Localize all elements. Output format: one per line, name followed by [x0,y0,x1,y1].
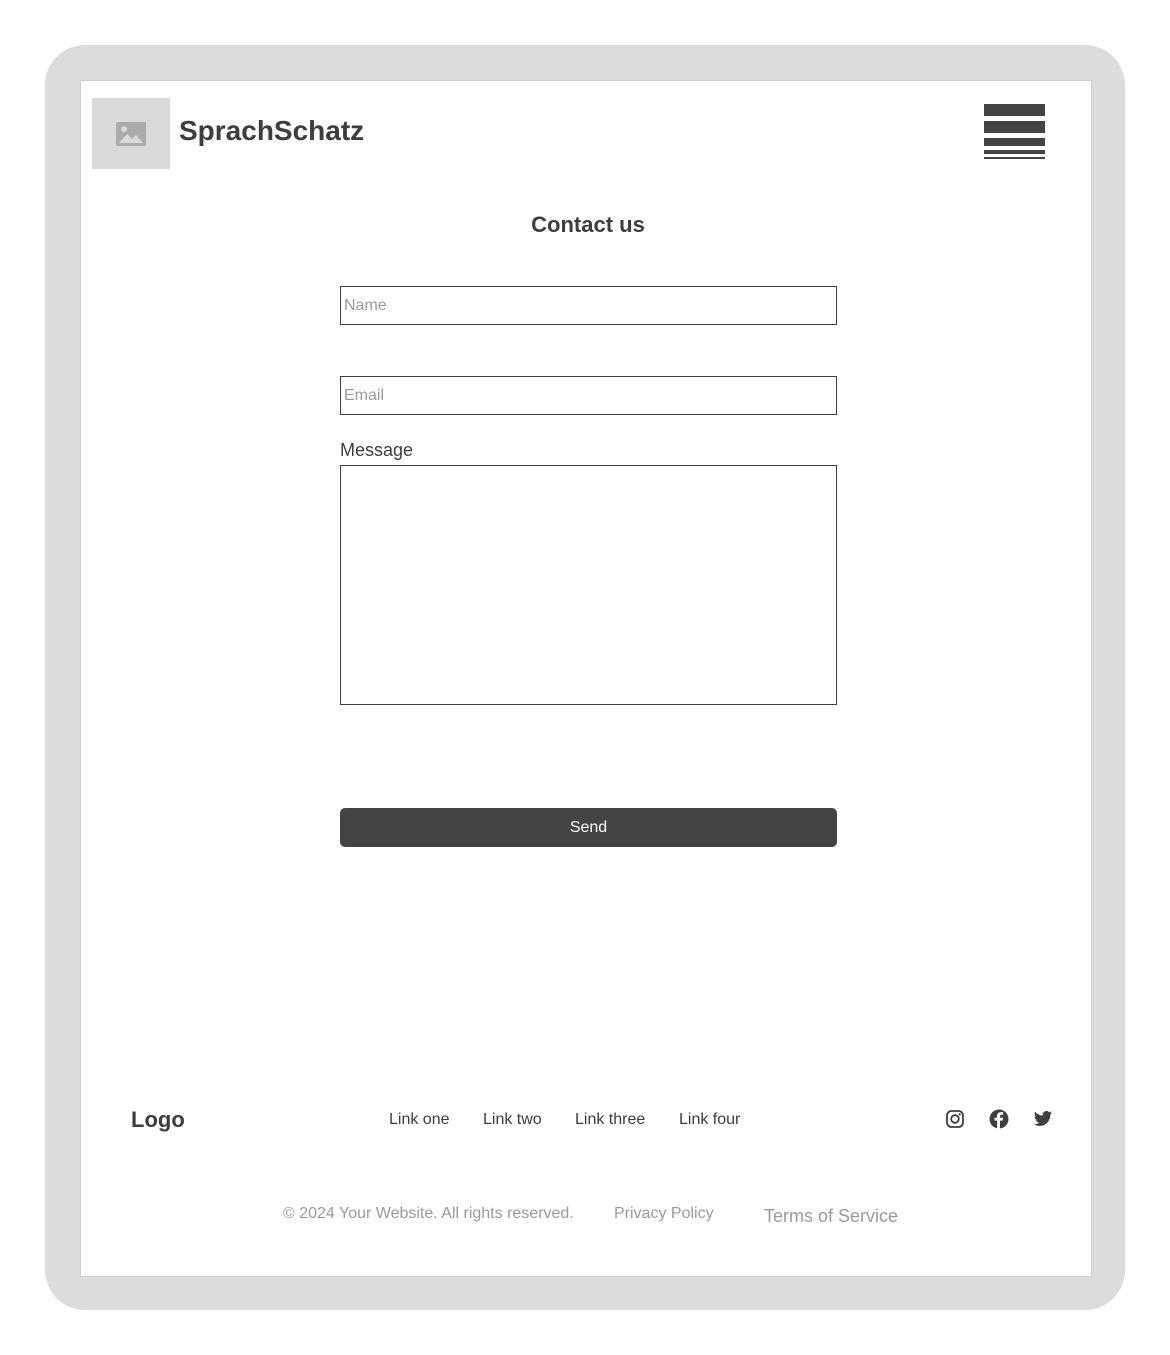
terms-of-service-link[interactable]: Terms of Service [764,1206,898,1227]
hamburger-bar [984,157,1045,159]
hamburger-bar [984,104,1045,116]
page-title: Contact us [531,212,645,237]
logo-image [92,98,170,169]
copyright-text: © 2024 Your Website. All rights reserved… [283,1205,574,1222]
footer-link-four[interactable]: Link four [679,1111,740,1129]
message-label: Message [340,440,414,460]
message-field[interactable] [340,465,837,705]
footer-link-two[interactable]: Link two [483,1111,542,1129]
send-button[interactable]: Send [340,808,837,847]
page-screen: SprachSchatz Contact us Message Send Log… [80,80,1092,1277]
hamburger-menu-icon[interactable] [984,104,1046,160]
email-field[interactable] [340,376,837,415]
instagram-icon[interactable] [945,1109,965,1129]
facebook-icon[interactable] [989,1109,1009,1129]
hamburger-bar [984,138,1045,146]
footer-logo: Logo [131,1107,185,1132]
brand-name: SprachSchatz [179,115,365,146]
image-placeholder-icon [116,121,146,146]
twitter-icon[interactable] [1033,1109,1053,1129]
footer-link-one[interactable]: Link one [389,1111,450,1129]
name-field[interactable] [340,286,837,325]
footer-link-three[interactable]: Link three [575,1111,645,1129]
privacy-policy-link[interactable]: Privacy Policy [614,1205,714,1223]
hamburger-bar [984,150,1045,154]
hamburger-bar [984,121,1045,133]
